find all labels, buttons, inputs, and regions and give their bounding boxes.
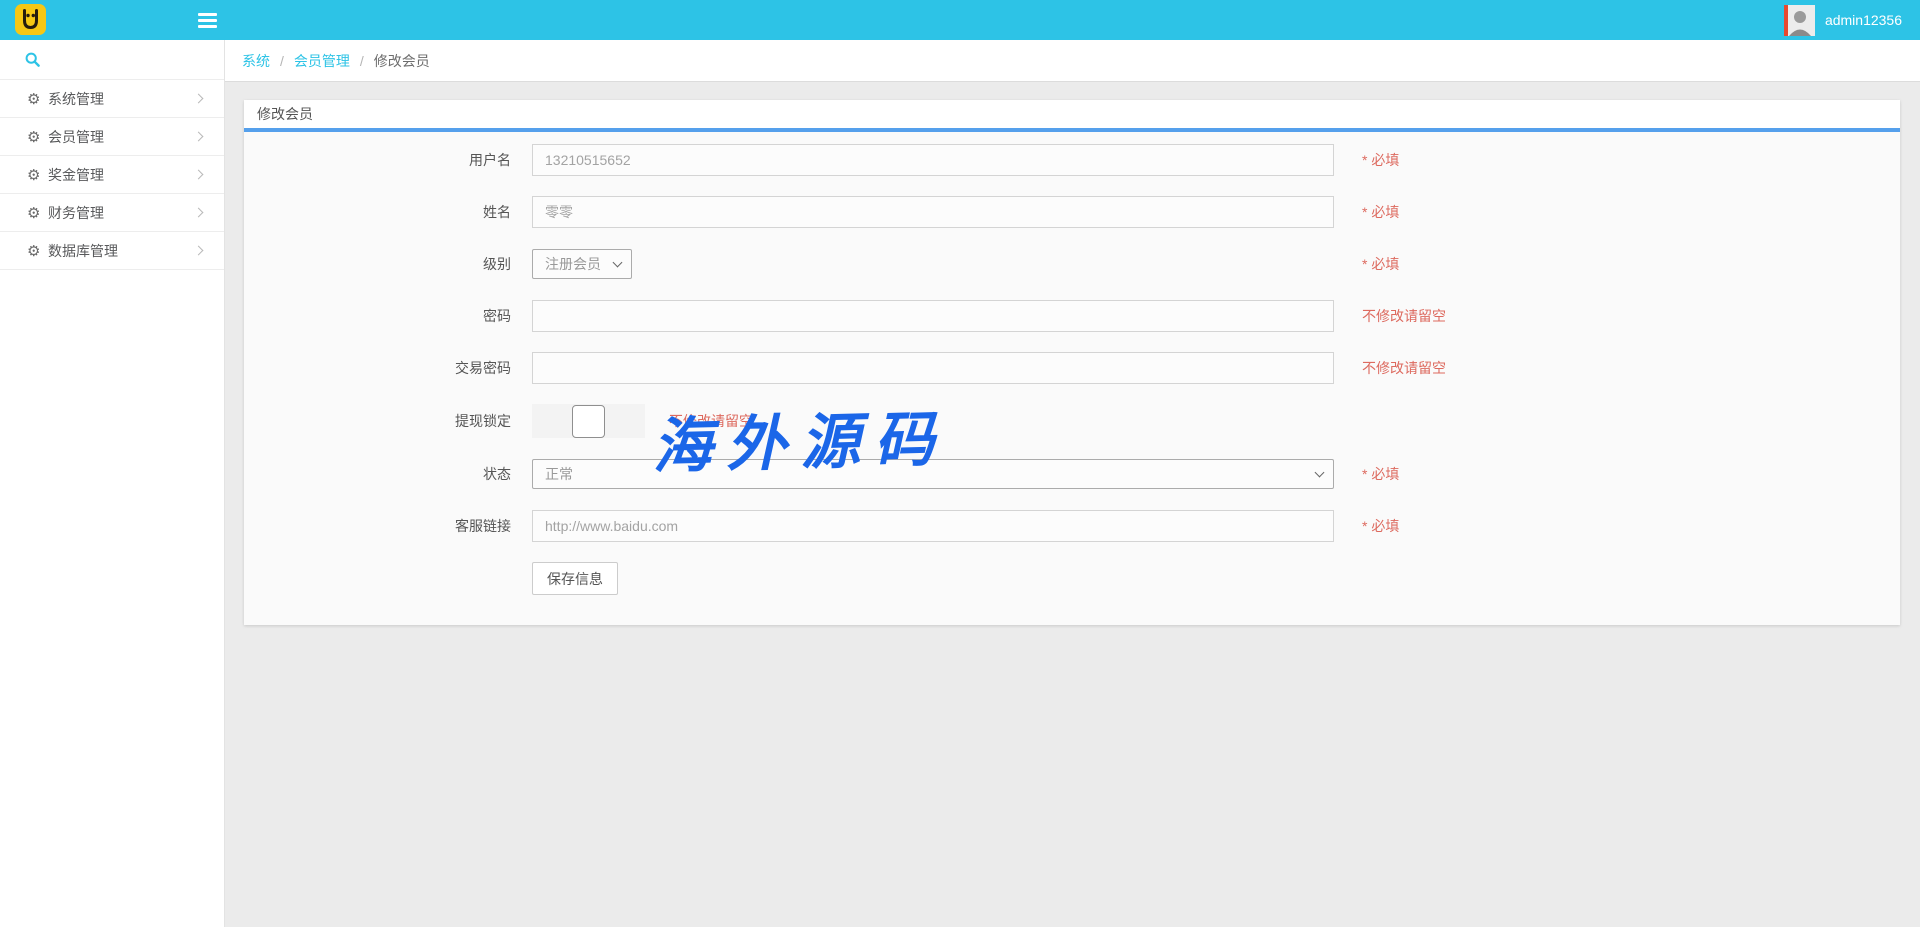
trade-password-label: 交易密码 [244, 358, 511, 378]
status-select-value: 正常 [545, 464, 573, 484]
breadcrumb-link-member-management[interactable]: 会员管理 [294, 51, 350, 71]
panel-title-bar: 修改会员 [244, 100, 1900, 132]
level-select[interactable]: 注册会员 [532, 249, 632, 279]
trade-password-input[interactable] [532, 352, 1334, 384]
form-row-status: 状态 正常 * 必填 [244, 458, 1900, 490]
chevron-down-icon [613, 258, 623, 268]
form-row-password: 密码 不修改请留空 [244, 300, 1900, 332]
status-label: 状态 [244, 464, 511, 484]
logged-in-username: admin12356 [1825, 12, 1902, 28]
breadcrumb-separator: / [280, 53, 284, 69]
level-required-hint: * 必填 [1362, 254, 1399, 274]
avatar-photo-edge [1784, 5, 1788, 36]
service-link-input[interactable] [532, 510, 1334, 542]
service-link-required-hint: * 必填 [1362, 516, 1399, 536]
realname-label: 姓名 [244, 202, 511, 222]
sidebar-item-system-management[interactable]: ⚙ 系统管理 [0, 80, 224, 118]
form-row-trade-password: 交易密码 不修改请留空 [244, 352, 1900, 384]
username-required-hint: * 必填 [1362, 150, 1399, 170]
sidebar-item-member-management[interactable]: ⚙ 会员管理 [0, 118, 224, 156]
form-row-username: 用户名 * 必填 [244, 144, 1900, 176]
edit-member-panel: 修改会员 用户名 * 必填 姓名 * 必填 级别 [244, 100, 1900, 625]
form-row-withdraw-lock: 提现锁定 不修改请留空 [244, 404, 1900, 438]
search-icon [25, 52, 40, 67]
status-select[interactable]: 正常 [532, 459, 1334, 489]
chevron-right-icon [194, 208, 204, 218]
top-header: admin12356 [0, 0, 1920, 40]
level-select-value: 注册会员 [545, 254, 601, 274]
edit-member-form: 用户名 * 必填 姓名 * 必填 级别 注册会员 [244, 132, 1900, 595]
sidebar-item-finance-management[interactable]: ⚙ 财务管理 [0, 194, 224, 232]
form-row-realname: 姓名 * 必填 [244, 196, 1900, 228]
breadcrumb-separator: / [360, 53, 364, 69]
withdraw-lock-note-hint: 不修改请留空 [669, 411, 753, 431]
trade-password-note-hint: 不修改请留空 [1362, 358, 1446, 378]
gear-icon: ⚙ [27, 128, 47, 146]
sidebar-item-database-management[interactable]: ⚙ 数据库管理 [0, 232, 224, 270]
username-label: 用户名 [244, 150, 511, 170]
service-link-label: 客服链接 [244, 516, 511, 536]
main-content: 系统 / 会员管理 / 修改会员 修改会员 用户名 * 必填 姓名 [225, 40, 1920, 927]
status-required-hint: * 必填 [1362, 464, 1399, 484]
withdraw-lock-cell [532, 404, 645, 438]
form-row-service-link: 客服链接 * 必填 [244, 510, 1900, 542]
sidebar-nav: ⚙ 系统管理 ⚙ 会员管理 ⚙ 奖金管理 ⚙ 财务管理 ⚙ 数据库管理 [0, 40, 225, 927]
chevron-right-icon [194, 94, 204, 104]
gear-icon: ⚙ [27, 242, 47, 260]
level-label: 级别 [244, 254, 511, 274]
sidebar-item-label: 奖金管理 [47, 165, 195, 185]
gear-icon: ⚙ [27, 166, 47, 184]
withdraw-lock-checkbox[interactable] [572, 405, 605, 438]
breadcrumb: 系统 / 会员管理 / 修改会员 [225, 40, 1920, 82]
sidebar-search[interactable] [0, 40, 224, 80]
form-row-level: 级别 注册会员 * 必填 [244, 248, 1900, 280]
username-input[interactable] [532, 144, 1334, 176]
gear-icon: ⚙ [27, 90, 47, 108]
chevron-down-icon [1315, 468, 1325, 478]
breadcrumb-link-system[interactable]: 系统 [242, 51, 270, 71]
sidebar-item-label: 系统管理 [47, 89, 195, 109]
header-user-menu[interactable]: admin12356 [1784, 0, 1902, 40]
chevron-right-icon [194, 170, 204, 180]
password-label: 密码 [244, 306, 511, 326]
sidebar-toggle-hamburger-icon[interactable] [198, 13, 217, 28]
chevron-right-icon [194, 132, 204, 142]
panel-title: 修改会员 [257, 104, 313, 124]
sidebar-item-bonus-management[interactable]: ⚙ 奖金管理 [0, 156, 224, 194]
chevron-right-icon [194, 246, 204, 256]
password-input[interactable] [532, 300, 1334, 332]
breadcrumb-current-page: 修改会员 [374, 51, 430, 71]
user-avatar [1784, 5, 1815, 36]
sidebar-item-label: 数据库管理 [47, 241, 195, 261]
password-note-hint: 不修改请留空 [1362, 306, 1446, 326]
realname-required-hint: * 必填 [1362, 202, 1399, 222]
app-logo-icon[interactable] [15, 4, 46, 35]
save-button[interactable]: 保存信息 [532, 562, 618, 595]
sidebar-item-label: 会员管理 [47, 127, 195, 147]
sidebar-item-label: 财务管理 [47, 203, 195, 223]
withdraw-lock-label: 提现锁定 [244, 411, 511, 431]
gear-icon: ⚙ [27, 204, 47, 222]
realname-input[interactable] [532, 196, 1334, 228]
